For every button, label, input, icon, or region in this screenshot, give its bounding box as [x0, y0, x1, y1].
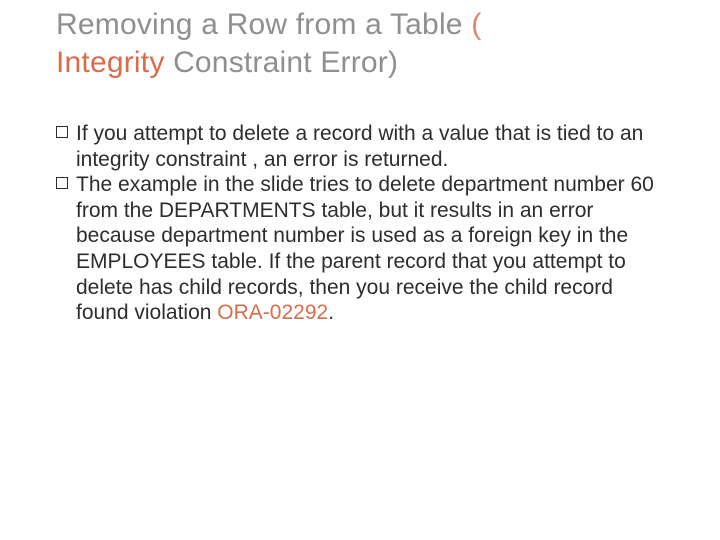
- bullet-item: The example in the slide tries to delete…: [56, 172, 664, 326]
- checkbox-icon: [56, 177, 68, 189]
- bullet-text: If you attempt to delete a record with a…: [76, 121, 664, 172]
- error-code: ORA-02292: [217, 301, 328, 324]
- slide-title: Removing a Row from a Table ( Integrity …: [56, 0, 664, 81]
- checkbox-icon: [56, 126, 68, 138]
- bullet-text: The example in the slide tries to delete…: [76, 172, 664, 326]
- slide: Removing a Row from a Table ( Integrity …: [0, 0, 720, 540]
- title-line1-plain: Removing a Row from a Table: [56, 8, 471, 41]
- bullet-item: If you attempt to delete a record with a…: [56, 121, 664, 172]
- title-line2-plain: Constraint Error): [173, 46, 398, 79]
- bullet-text-before: The example in the slide tries to delete…: [76, 173, 654, 324]
- slide-body: If you attempt to delete a record with a…: [56, 121, 664, 326]
- title-paren: (: [471, 8, 481, 41]
- bullet-text-after: .: [328, 301, 334, 324]
- title-line2-accent: Integrity: [56, 46, 173, 79]
